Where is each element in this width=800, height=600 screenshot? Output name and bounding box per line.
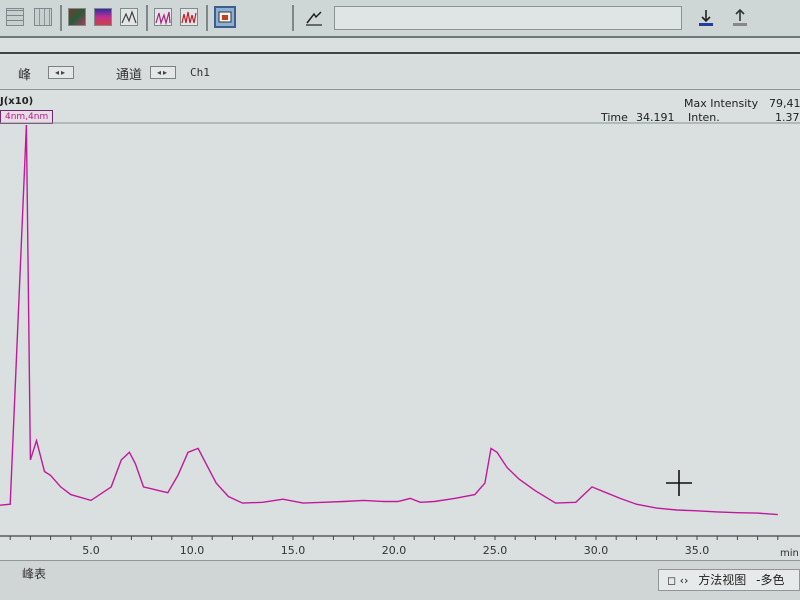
x-tick-label: 20.0 (381, 544, 407, 557)
method-view-label: 方法视图 (698, 573, 747, 587)
multi-peak-icon[interactable] (180, 8, 198, 26)
method-view-tab[interactable]: ◻ ‹› 方法视图 -多色 (658, 569, 800, 591)
x-tick-label: 30.0 (583, 544, 609, 557)
chromatogram-icon[interactable] (120, 8, 138, 26)
tab-nav-icon[interactable]: ◻ ‹› (667, 574, 688, 587)
command-input[interactable] (334, 6, 682, 30)
chromatogram-plot[interactable] (0, 90, 800, 540)
x-tick-label: 35.0 (684, 544, 710, 557)
x-tick-label: 10.0 (179, 544, 205, 557)
divider (0, 52, 800, 54)
peak-spinner[interactable]: ◂▸ (48, 66, 74, 79)
x-tick-label: 25.0 (482, 544, 508, 557)
gradient-icon[interactable] (94, 8, 112, 26)
peak-icon[interactable] (154, 8, 172, 26)
toolbar-separator (292, 5, 294, 31)
channel-spinner[interactable]: ◂▸ (150, 66, 176, 79)
table-icon[interactable] (34, 8, 52, 26)
divider (0, 36, 800, 38)
x-axis-unit: min (780, 548, 799, 559)
x-tick-label: 5.0 (82, 544, 100, 557)
series-line (0, 124, 778, 516)
toolbar-separator (60, 5, 62, 31)
toolbar-separator (146, 5, 148, 31)
channel-selector-label: 通道 (116, 68, 143, 83)
peak-selector-label: 峰 (18, 68, 32, 83)
multi-color-label: -多色 (756, 573, 785, 587)
pointer-icon[interactable] (304, 8, 322, 26)
download-icon[interactable] (696, 8, 714, 26)
peak-table-tab[interactable]: 峰表 (22, 565, 46, 582)
grid-icon[interactable] (6, 8, 24, 26)
window-icon[interactable] (214, 6, 236, 28)
color-map-icon[interactable] (68, 8, 86, 26)
channel-value[interactable]: Ch1 (190, 66, 210, 79)
upload-icon[interactable] (730, 8, 748, 26)
toolbar (0, 0, 800, 37)
toolbar-separator (206, 5, 208, 31)
crosshair-cursor (666, 470, 692, 496)
x-tick-label: 15.0 (280, 544, 306, 557)
